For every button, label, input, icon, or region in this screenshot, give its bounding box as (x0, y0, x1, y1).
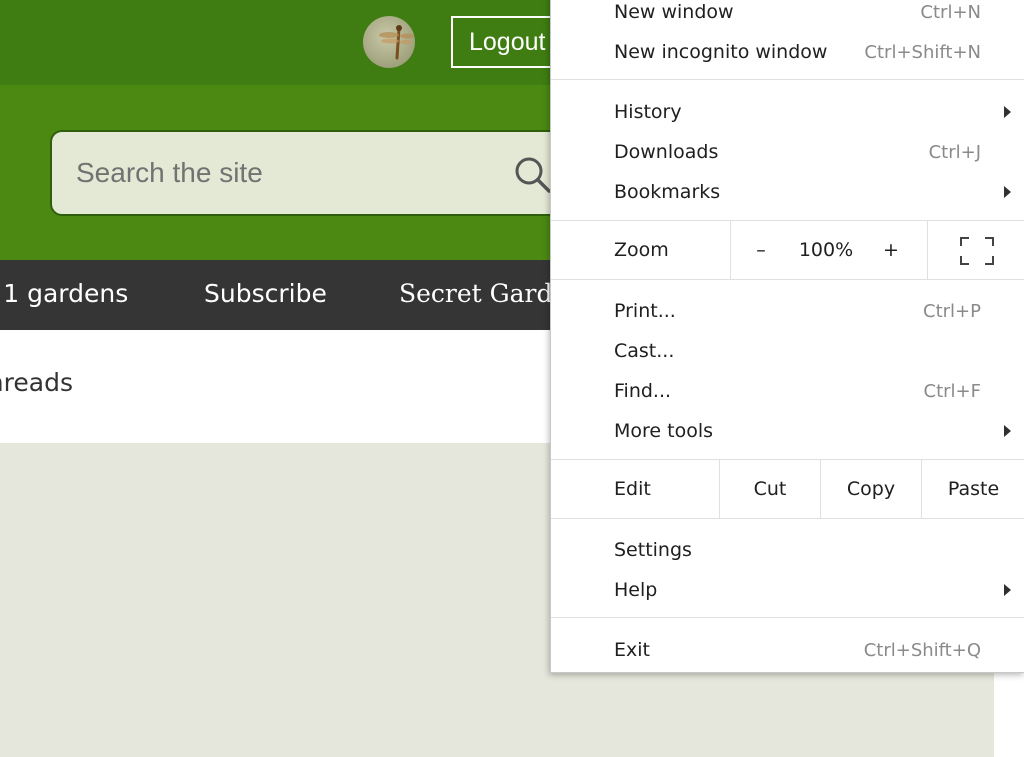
menu-item-settings[interactable]: Settings (551, 530, 1024, 570)
fullscreen-icon (959, 236, 994, 265)
search-icon[interactable] (512, 154, 552, 194)
zoom-out-button[interactable]: – (731, 221, 791, 279)
paste-button[interactable]: Paste (922, 460, 1024, 518)
nav-item-secret-gardens[interactable]: Secret Garde (399, 260, 567, 330)
user-avatar[interactable] (363, 16, 415, 68)
search-box[interactable] (50, 130, 590, 216)
edit-row: Edit Cut Copy Paste (551, 460, 1024, 518)
search-input[interactable] (76, 150, 476, 196)
copy-button[interactable]: Copy (821, 460, 921, 518)
menu-item-shortcut: Ctrl+J (928, 142, 981, 163)
menu-item-label: More tools (614, 420, 714, 442)
submenu-arrow-icon (1004, 584, 1011, 596)
menu-item-new-incognito-window[interactable]: New incognito window Ctrl+Shift+N (551, 32, 1024, 72)
threads-link[interactable]: threads (0, 368, 73, 397)
submenu-arrow-icon (1004, 106, 1011, 118)
zoom-level: 100% (798, 239, 854, 261)
menu-item-label: New incognito window (614, 41, 828, 63)
menu-item-history[interactable]: History (551, 92, 1024, 132)
menu-item-label: Settings (614, 539, 692, 561)
menu-separator (551, 518, 1024, 519)
menu-item-label: Exit (614, 639, 650, 661)
menu-separator (551, 79, 1024, 80)
menu-item-shortcut: Ctrl+P (923, 301, 981, 322)
menu-item-shortcut: Ctrl+F (923, 381, 981, 402)
edit-label: Edit (614, 478, 651, 500)
menu-item-label: History (614, 101, 682, 123)
menu-item-label: New window (614, 1, 734, 23)
dragonfly-icon (379, 25, 414, 60)
submenu-arrow-icon (1004, 186, 1011, 198)
browser-menu: New window Ctrl+N New incognito window C… (550, 0, 1024, 673)
menu-item-cast[interactable]: Cast... (551, 331, 1024, 371)
menu-item-exit[interactable]: Exit Ctrl+Shift+Q (551, 630, 1024, 670)
submenu-arrow-icon (1004, 425, 1011, 437)
menu-item-label: Help (614, 579, 658, 601)
nav-item-subscribe[interactable]: Subscribe (204, 260, 327, 330)
menu-item-label: Find... (614, 380, 672, 402)
menu-item-shortcut: Ctrl+Shift+Q (863, 640, 981, 661)
menu-item-bookmarks[interactable]: Bookmarks (551, 172, 1024, 212)
fullscreen-button[interactable] (928, 221, 1024, 279)
menu-item-label: Downloads (614, 141, 719, 163)
cut-button[interactable]: Cut (720, 460, 820, 518)
menu-item-label: Print... (614, 300, 676, 322)
menu-item-label: Bookmarks (614, 181, 721, 203)
menu-item-find[interactable]: Find... Ctrl+F (551, 371, 1024, 411)
menu-item-shortcut: Ctrl+N (920, 2, 981, 23)
zoom-row: Zoom – 100% + (551, 221, 1024, 279)
menu-item-downloads[interactable]: Downloads Ctrl+J (551, 132, 1024, 172)
menu-item-new-window[interactable]: New window Ctrl+N (551, 0, 1024, 32)
menu-item-label: Cast... (614, 340, 675, 362)
menu-separator (551, 617, 1024, 618)
menu-item-print[interactable]: Print... Ctrl+P (551, 291, 1024, 331)
menu-item-shortcut: Ctrl+Shift+N (864, 42, 981, 63)
zoom-in-button[interactable]: + (861, 221, 921, 279)
nav-item-gardens[interactable]: r 1 gardens (0, 260, 128, 330)
menu-item-help[interactable]: Help (551, 570, 1024, 610)
zoom-label: Zoom (614, 239, 669, 261)
menu-separator (551, 279, 1024, 280)
menu-item-more-tools[interactable]: More tools (551, 411, 1024, 451)
